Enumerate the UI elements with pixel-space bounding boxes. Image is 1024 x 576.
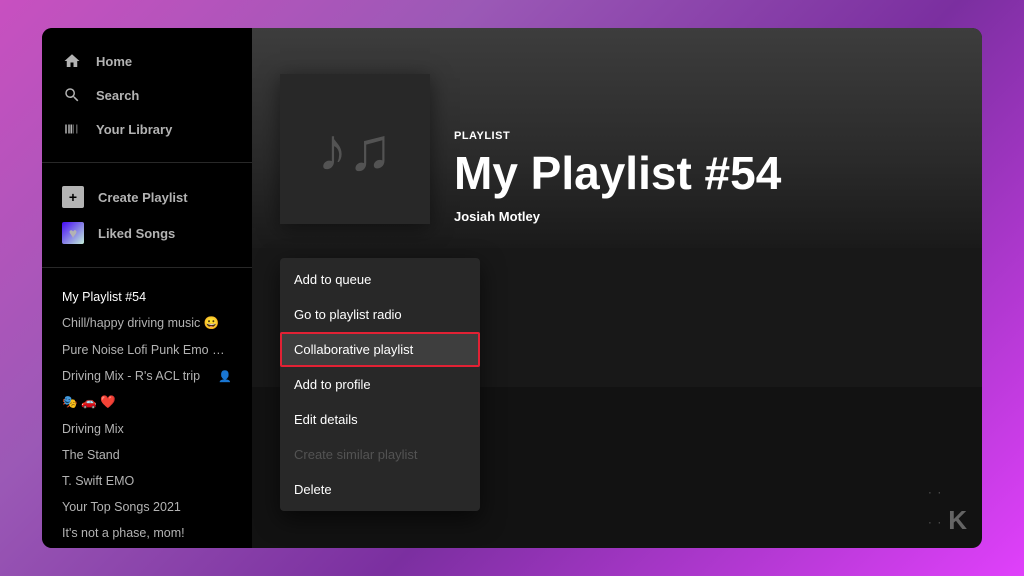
playlist-name: Your Top Songs 2021 [62, 500, 181, 514]
collab-icon: 👤 [218, 370, 232, 383]
playlist-name: The Stand [62, 448, 120, 462]
liked-songs-item[interactable]: ♥ Liked Songs [54, 215, 240, 251]
playlist-title: My Playlist #54 [454, 148, 954, 199]
playlist-name: Driving Mix - R's ACL trip [62, 369, 200, 383]
playlist-item-emoji[interactable]: 🎭 🚗 ❤️ [54, 389, 240, 416]
playlist-item-my54[interactable]: My Playlist #54 [54, 284, 240, 310]
liked-songs-label: Liked Songs [98, 226, 175, 241]
sidebar-actions: + Create Playlist ♥ Liked Songs [42, 171, 252, 259]
playlist-art: ♪♫ [280, 74, 430, 224]
context-menu: Add to queue Go to playlist radio Collab… [280, 258, 480, 511]
menu-item-delete[interactable]: Delete [280, 472, 480, 507]
music-note-icon: ♪♫ [318, 115, 393, 184]
playlist-name: T. Swift EMO [62, 474, 134, 488]
menu-item-add-to-queue[interactable]: Add to queue [280, 262, 480, 297]
logo-dots: · ·· · [929, 488, 944, 528]
menu-item-collaborative[interactable]: Collaborative playlist [280, 332, 480, 367]
menu-item-add-to-profile[interactable]: Add to profile [280, 367, 480, 402]
home-icon [62, 51, 82, 71]
playlist-item-topsongs2021[interactable]: Your Top Songs 2021 [54, 494, 240, 520]
playlist-hero: ♪♫ PLAYLIST My Playlist #54 Josiah Motle… [252, 28, 982, 248]
playlist-name: 🎭 🚗 ❤️ [62, 395, 116, 410]
playlist-info: PLAYLIST My Playlist #54 Josiah Motley [454, 130, 954, 224]
create-playlist-icon: + [62, 186, 84, 208]
logo-letter: K [948, 505, 966, 535]
library-label: Your Library [96, 122, 172, 137]
playlist-name: It's not a phase, mom! [62, 526, 185, 540]
playlist-item-purenoise[interactable]: Pure Noise Lofi Punk Emo Pop P... [54, 337, 240, 363]
search-icon [62, 85, 82, 105]
sidebar-item-library[interactable]: Your Library [54, 112, 240, 146]
sidebar-item-search[interactable]: Search [54, 78, 240, 112]
main-content: ♪♫ PLAYLIST My Playlist #54 Josiah Motle… [252, 28, 982, 548]
playlist-owner: Josiah Motley [454, 209, 954, 224]
playlist-library: My Playlist #54 Chill/happy driving musi… [42, 276, 252, 548]
sidebar-divider-2 [42, 267, 252, 268]
playlist-item-notaphase[interactable]: It's not a phase, mom! [54, 520, 240, 546]
playlist-item-drivingmix-acl[interactable]: Driving Mix - R's ACL trip 👤 [54, 363, 240, 389]
playlist-item-stand[interactable]: The Stand [54, 442, 240, 468]
sidebar: Home Search Your Library [42, 28, 252, 548]
knowtechie-logo: · ·· · K [929, 479, 966, 536]
playlist-type: PLAYLIST [454, 130, 954, 142]
playlist-name: Pure Noise Lofi Punk Emo Pop P... [62, 343, 232, 357]
playlist-name: Driving Mix [62, 422, 124, 436]
menu-item-go-to-radio[interactable]: Go to playlist radio [280, 297, 480, 332]
playlist-item-fight[interactable]: music to start a fight to [54, 546, 240, 548]
search-label: Search [96, 88, 139, 103]
playlist-controls-area: Add to queue Go to playlist radio Collab… [252, 248, 982, 308]
sidebar-item-home[interactable]: Home [54, 44, 240, 78]
playlist-name: Chill/happy driving music 😀 [62, 316, 219, 331]
app-window: Home Search Your Library [42, 28, 982, 548]
home-label: Home [96, 54, 132, 69]
menu-item-create-similar: Create similar playlist [280, 437, 480, 472]
playlist-item-drivingmix[interactable]: Driving Mix [54, 416, 240, 442]
playlist-item-chill[interactable]: Chill/happy driving music 😀 [54, 310, 240, 337]
create-playlist-label: Create Playlist [98, 190, 188, 205]
menu-item-edit-details[interactable]: Edit details [280, 402, 480, 437]
sidebar-divider-1 [42, 162, 252, 163]
playlist-name: My Playlist #54 [62, 290, 146, 304]
playlist-item-tswift[interactable]: T. Swift EMO [54, 468, 240, 494]
sidebar-nav: Home Search Your Library [42, 28, 252, 154]
create-playlist-item[interactable]: + Create Playlist [54, 179, 240, 215]
library-icon [62, 119, 82, 139]
liked-songs-icon: ♥ [62, 222, 84, 244]
